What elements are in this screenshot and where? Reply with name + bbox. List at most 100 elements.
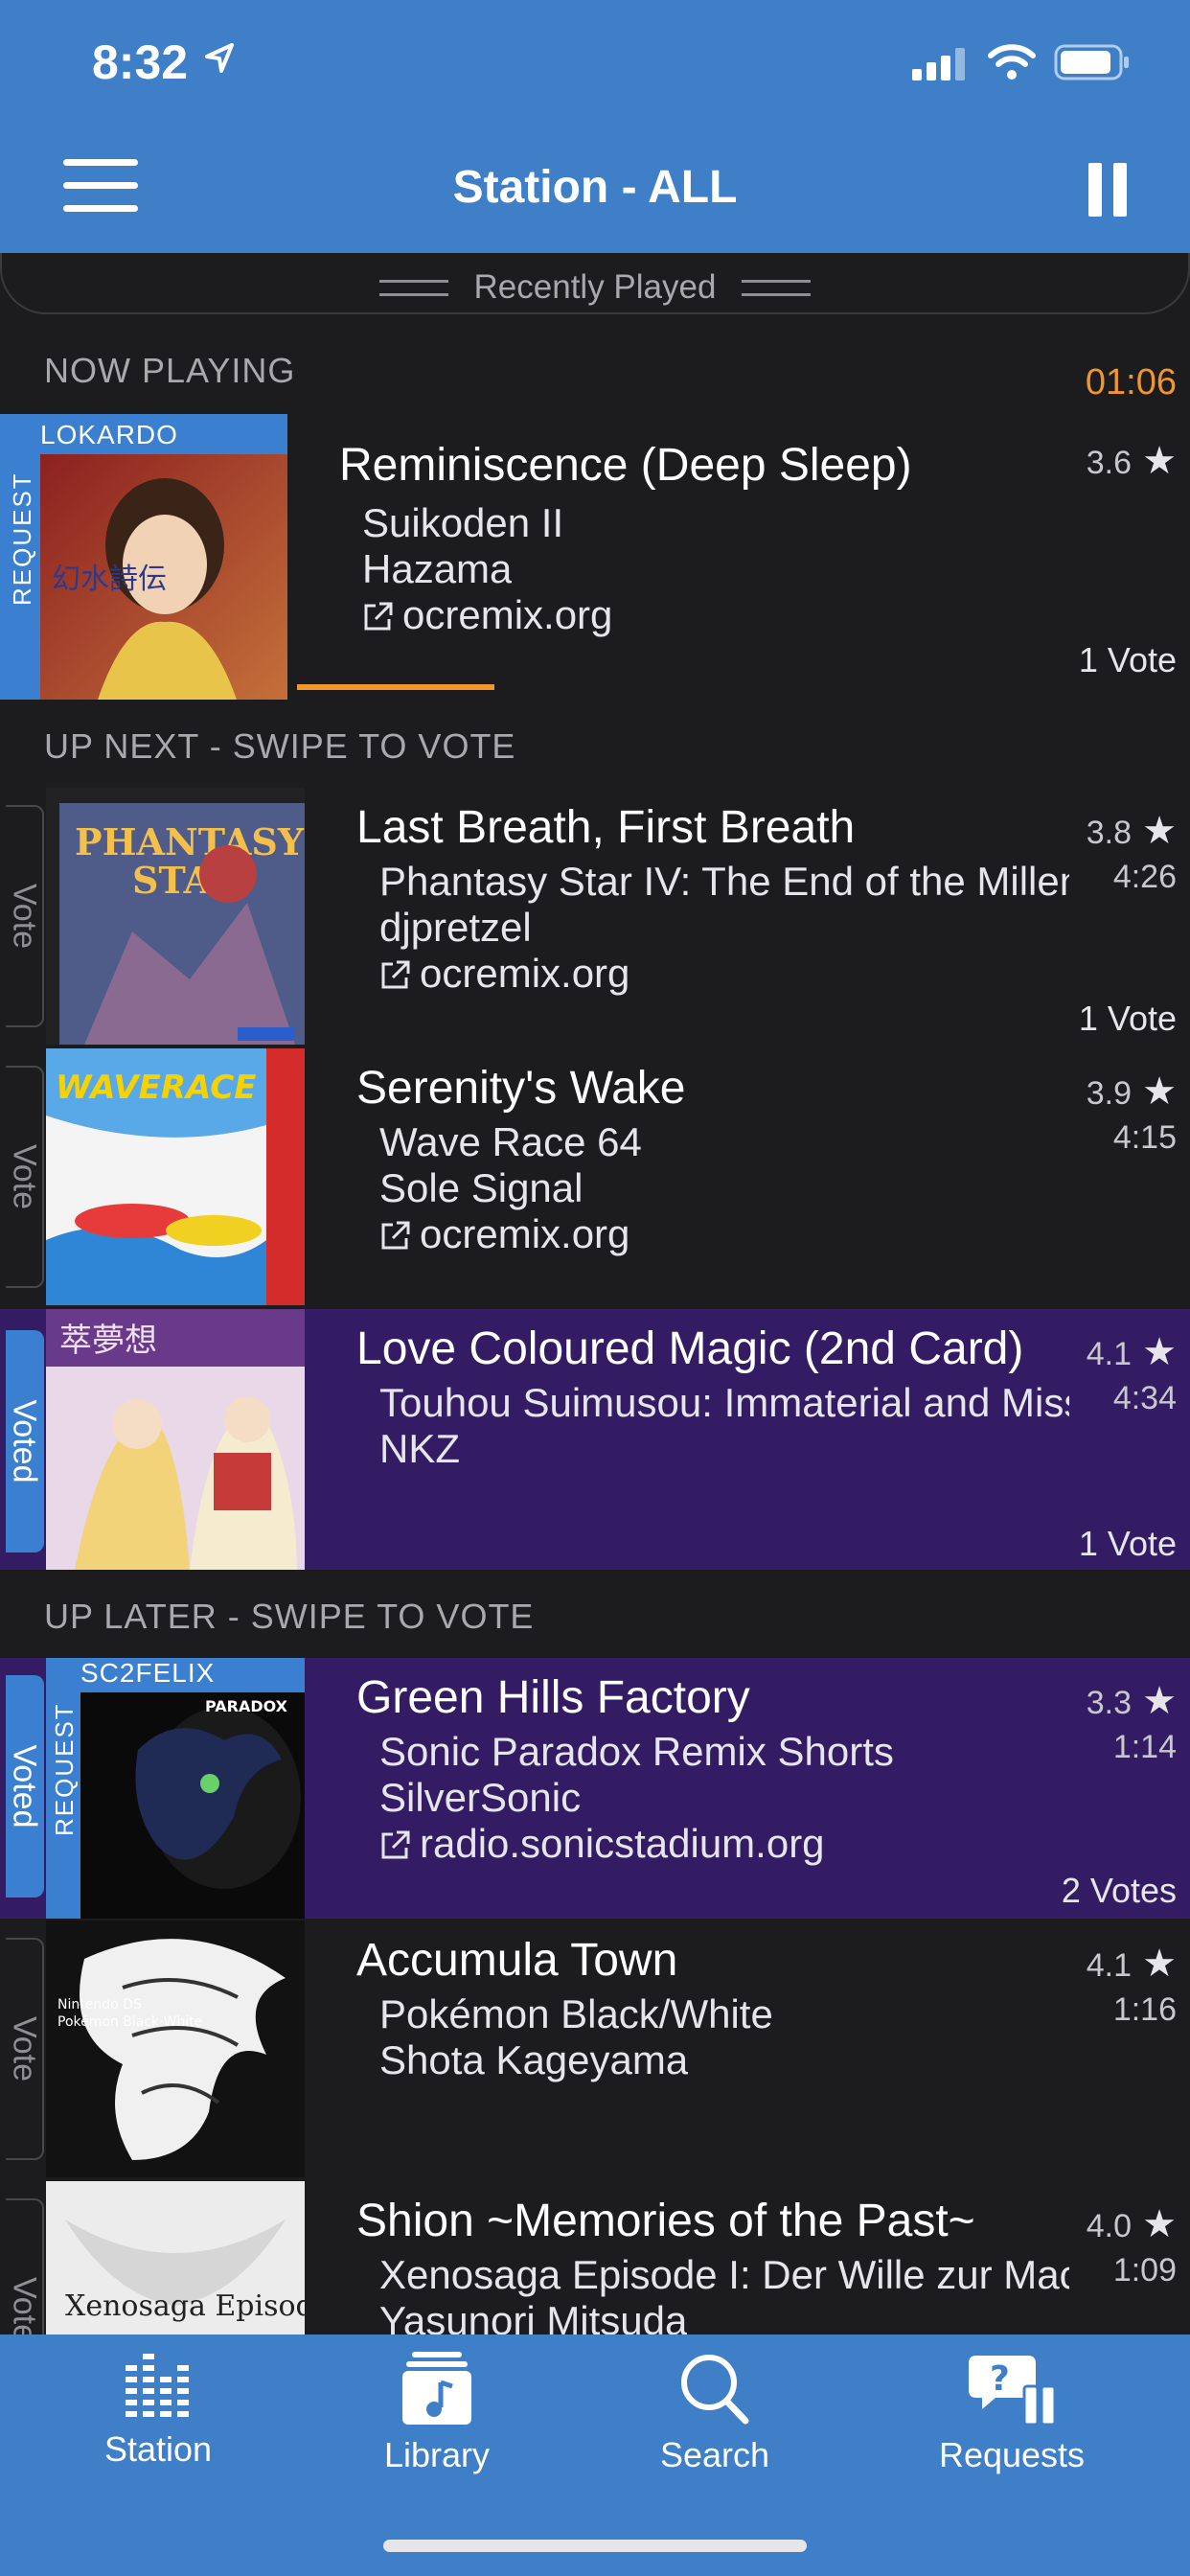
star-icon: ★: [1132, 440, 1177, 482]
track-duration: 1:14: [1112, 1729, 1177, 1765]
tab-search[interactable]: Search: [600, 2352, 830, 2475]
track-source: radio.sonicstadium.org: [420, 1821, 825, 1866]
vote-label: Vote: [6, 2276, 43, 2334]
now-playing-header: NOW PLAYING: [44, 351, 296, 390]
external-link-icon: [364, 602, 393, 631]
track-source-link[interactable]: ocremix.org: [362, 592, 612, 638]
track-title: Shion ~Memories of the Past~: [356, 2196, 975, 2246]
tab-library[interactable]: Library: [322, 2352, 552, 2475]
album-art-xenosaga: Xenosaga Episode I: [46, 2181, 305, 2334]
up-next-header: UP NEXT - SWIPE TO VOTE: [44, 726, 516, 766]
queue-item-voted[interactable]: Voted 萃夢想 Love Coloured Magic (2nd Card)…: [0, 1309, 1190, 1570]
tab-label: Search: [659, 2435, 770, 2474]
track-game: Suikoden II: [362, 500, 564, 545]
external-link-icon: [381, 1830, 410, 1859]
track-game: Sonic Paradox Remix Shorts: [379, 1729, 894, 1774]
requester-name: SC2FELIX: [80, 1658, 216, 1688]
vote-count: 1 Vote: [1078, 640, 1177, 679]
tab-label: Library: [383, 2435, 491, 2474]
pause-button[interactable]: [1088, 163, 1127, 217]
vote-label: Voted: [6, 1744, 43, 1828]
location-arrow-icon: [205, 43, 234, 73]
vote-button[interactable]: Vote: [6, 805, 44, 1027]
tab-station[interactable]: Station: [43, 2352, 273, 2470]
svg-text:Nintendo DS: Nintendo DS: [57, 1997, 142, 2012]
track-title: Love Coloured Magic (2nd Card): [356, 1323, 1024, 1374]
rating-value: 4.1: [1086, 1947, 1133, 1984]
vote-label: Vote: [6, 883, 43, 950]
track-artist: djpretzel: [379, 905, 532, 950]
tab-requests[interactable]: ? Requests: [897, 2352, 1127, 2475]
request-tag: REQUEST: [8, 472, 36, 606]
rating-value: 3.9: [1086, 1075, 1133, 1112]
progress-bar: [297, 684, 494, 690]
track-title: Serenity's Wake: [356, 1063, 686, 1114]
tab-label: Station: [103, 2429, 213, 2469]
track-source-link[interactable]: ocremix.org: [379, 951, 629, 997]
queue-item[interactable]: Vote WAVERACE Serenity's Wake Wave Race …: [0, 1048, 1190, 1305]
svg-text:PARADOX: PARADOX: [205, 1697, 288, 1715]
search-icon: [681, 2355, 749, 2425]
voted-button[interactable]: Voted: [6, 1675, 44, 1898]
track-title: Accumula Town: [356, 1935, 678, 1986]
star-icon: ★: [1132, 1070, 1177, 1113]
track-title: Last Breath, First Breath: [356, 802, 856, 853]
station-title: Station - ALL: [452, 162, 738, 213]
track-artist: Hazama: [362, 546, 513, 591]
track-source: ocremix.org: [420, 1211, 630, 1256]
track-artist: Yasunori Mitsuda: [379, 2298, 688, 2334]
now-playing-row[interactable]: LOKARDO REQUEST 幻水詩伝 Reminiscence (Deep …: [0, 414, 1190, 700]
voted-button[interactable]: Voted: [6, 1330, 44, 1552]
requester-name: LOKARDO: [40, 420, 178, 449]
track-duration: 1:16: [1112, 1991, 1177, 2028]
equalizer-icon: [126, 2354, 189, 2417]
track-rating: 4.0 ★: [1087, 2202, 1177, 2246]
track-artist: NKZ: [379, 1426, 460, 1471]
vote-button[interactable]: Vote: [6, 1066, 44, 1288]
svg-text:WAVERACE: WAVERACE: [56, 1069, 256, 1107]
request-tag: REQUEST: [50, 1702, 79, 1836]
wifi-icon: [988, 44, 1036, 80]
track-game: Xenosaga Episode I: Der Wille zur Macht: [379, 2252, 1069, 2297]
album-art-sonic-paradox: PARADOX: [80, 1692, 305, 1919]
queue-item[interactable]: Vote Xenosaga Episode I Shion ~Memories …: [0, 2181, 1190, 2334]
track-artist: Shota Kageyama: [379, 2037, 689, 2082]
svg-text:Pokémon Black·White: Pokémon Black·White: [57, 2014, 202, 2030]
track-duration: 4:34: [1112, 1380, 1177, 1416]
track-artist: Sole Signal: [379, 1165, 584, 1210]
track-game: Touhou Suimusou: Immaterial and Missing …: [379, 1380, 1069, 1425]
tab-label: Requests: [938, 2435, 1086, 2474]
star-icon: ★: [1132, 2203, 1177, 2245]
up-later-header: UP LATER - SWIPE TO VOTE: [44, 1597, 535, 1636]
track-duration: 4:26: [1112, 859, 1177, 895]
track-duration: 4:15: [1112, 1119, 1177, 1156]
vote-button[interactable]: Vote: [6, 2198, 44, 2334]
album-art-suikoden: 幻水詩伝: [40, 454, 287, 700]
track-rating: 4.1 ★: [1087, 1942, 1177, 1986]
star-icon: ★: [1132, 1680, 1177, 1722]
track-game: Pokémon Black/White: [379, 1991, 773, 2036]
vote-button[interactable]: Vote: [6, 1938, 44, 2160]
vote-label: Vote: [6, 1143, 43, 1210]
track-source-link[interactable]: radio.sonicstadium.org: [379, 1821, 825, 1867]
music-library-icon: [402, 2352, 471, 2425]
queue-item-voted[interactable]: Voted SC2FELIX REQUEST PARADOX Green Hil…: [0, 1658, 1190, 1919]
track-source-link[interactable]: ocremix.org: [379, 1211, 629, 1257]
rating-value: 4.0: [1086, 2208, 1133, 2244]
track-artist: SilverSonic: [379, 1775, 582, 1820]
queue-item[interactable]: Vote Nintendo DS Pokémon Black·White Acc…: [0, 1920, 1190, 2177]
track-source: ocremix.org: [402, 592, 613, 637]
external-link-icon: [381, 1221, 410, 1250]
home-indicator: [383, 2540, 807, 2552]
track-rating: 3.8 ★: [1087, 809, 1177, 853]
requests-icon: ?: [969, 2356, 1057, 2426]
recently-played-label: Recently Played: [473, 268, 717, 306]
queue-item[interactable]: Vote PHANTASY STAR Last Breath, First Br…: [0, 788, 1190, 1045]
star-icon: ★: [1132, 1943, 1177, 1985]
track-rating: 4.1 ★: [1087, 1330, 1177, 1374]
track-game: Wave Race 64: [379, 1119, 642, 1164]
album-art-phantasy-star: PHANTASY STAR: [46, 788, 305, 1045]
rating-value: 4.1: [1086, 1336, 1133, 1372]
external-link-icon: [381, 960, 410, 989]
album-art-touhou: 萃夢想: [46, 1309, 305, 1570]
